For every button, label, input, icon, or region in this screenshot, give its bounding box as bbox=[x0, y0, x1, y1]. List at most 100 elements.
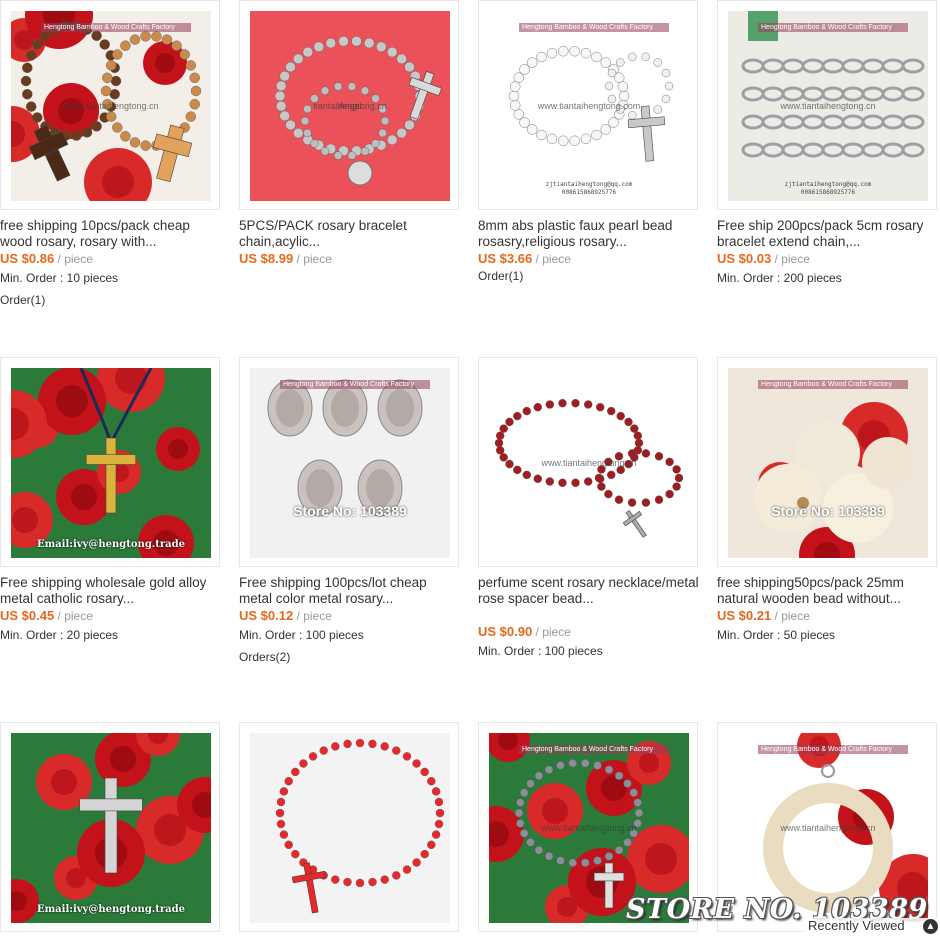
chevron-up-icon[interactable]: ▲ bbox=[923, 919, 938, 934]
price-amount: US $0.21 bbox=[717, 608, 772, 623]
product-thumbnail[interactable]: Hengtong Bamboo & Wood Crafts Factory Sto… bbox=[239, 357, 459, 567]
price-amount: US $0.03 bbox=[717, 251, 772, 266]
price-amount: US $3.66 bbox=[478, 251, 533, 266]
image-watermark: www.tiantaihengtong.cn bbox=[541, 458, 637, 468]
product-card[interactable]: Email:ivy@hengtong.trade Free shipping wh… bbox=[0, 357, 222, 642]
product-price: US $0.21 / piece bbox=[717, 608, 810, 623]
product-image[interactable]: Hengtong Bamboo & Wood Crafts Factory Sto… bbox=[728, 368, 928, 558]
image-contact-caption: zjtiantaihengtong@qq.com bbox=[545, 181, 633, 188]
image-contact-caption: 008615868925776 bbox=[800, 189, 856, 196]
product-card[interactable]: Email:ivy@hengtong.trade bbox=[0, 722, 222, 952]
product-title-link[interactable]: Free shipping wholesale gold alloy metal… bbox=[0, 575, 222, 607]
image-factory-banner: Hengtong Bamboo & Wood Crafts Factory bbox=[519, 23, 669, 32]
product-image[interactable]: Hengtong Bamboo & Wood Crafts Factory Sto… bbox=[250, 368, 450, 558]
product-image[interactable]: Angel tiantaihengtong.cn bbox=[250, 11, 450, 201]
silver-medal-centerpieces-image bbox=[250, 368, 450, 558]
product-image[interactable]: Hengtong Bamboo & Wood Crafts Factory www… bbox=[11, 11, 211, 201]
product-title-link[interactable]: 5PCS/PACK rosary bracelet chain,acylic..… bbox=[239, 218, 461, 250]
product-card[interactable]: Hengtong Bamboo & Wood Crafts Factory Sto… bbox=[239, 357, 461, 664]
product-price: US $0.03 / piece bbox=[717, 251, 810, 266]
product-thumbnail[interactable]: Email:ivy@hengtong.trade bbox=[0, 357, 220, 567]
product-image[interactable]: Hengtong Bamboo & Wood Crafts Factory www… bbox=[728, 11, 928, 201]
product-thumbnail[interactable]: Hengtong Bamboo & Wood Crafts Factory www… bbox=[717, 0, 937, 210]
price-amount: US $0.45 bbox=[0, 608, 55, 623]
product-image[interactable]: Email:ivy@hengtong.trade bbox=[11, 733, 211, 923]
price-unit: / piece bbox=[54, 252, 93, 266]
image-watermark: www.tiantaihengtong.com bbox=[537, 101, 641, 111]
product-image[interactable]: Email:ivy@hengtong.trade bbox=[11, 368, 211, 558]
recently-viewed-label: Recently Viewed bbox=[808, 918, 905, 933]
product-title-link[interactable]: Free ship 200pcs/pack 5cm rosary bracele… bbox=[717, 218, 939, 250]
image-contact-caption: zjtiantaihengtong@qq.com bbox=[784, 181, 872, 188]
product-thumbnail[interactable]: Angel tiantaihengtong.cn bbox=[239, 0, 459, 210]
product-title-link[interactable]: 8mm abs plastic faux pearl bead rosasry,… bbox=[478, 218, 700, 250]
image-watermark: tiantaihengtong.cn bbox=[313, 101, 387, 111]
product-title-link[interactable]: free shipping 10pcs/pack cheap wood rosa… bbox=[0, 218, 222, 250]
product-card[interactable]: Angel tiantaihengtong.cn 5PCS/PACK rosary … bbox=[239, 0, 461, 266]
gold-crucifix-on-roses-image bbox=[11, 368, 211, 558]
price-amount: US $0.12 bbox=[239, 608, 294, 623]
image-factory-banner: Hengtong Bamboo & Wood Crafts Factory bbox=[758, 23, 908, 32]
image-factory-banner: Hengtong Bamboo & Wood Crafts Factory bbox=[758, 745, 908, 754]
product-price: US $0.45 / piece bbox=[0, 608, 93, 623]
image-watermark: Store No: 103389 bbox=[771, 503, 885, 519]
wooden-beads-image bbox=[728, 368, 928, 558]
recently-viewed-bar[interactable]: Recently Viewed ▲ bbox=[804, 918, 940, 935]
red-cord-rosary-image bbox=[250, 733, 450, 923]
image-watermark: Store No: 103389 bbox=[293, 503, 407, 519]
product-price: US $0.86 / piece bbox=[0, 251, 93, 266]
product-card[interactable]: Hengtong Bamboo & Wood Crafts Factory www… bbox=[0, 0, 222, 307]
product-image[interactable]: Hengtong Bamboo & Wood Crafts Factory www… bbox=[489, 11, 689, 201]
min-order-text: Min. Order : 100 pieces bbox=[239, 628, 364, 642]
min-order-text: Min. Order : 50 pieces bbox=[717, 628, 836, 642]
orders-count-link[interactable]: Orders(2) bbox=[239, 650, 290, 664]
product-title-link[interactable]: free shipping50pcs/pack 25mm natural woo… bbox=[717, 575, 939, 607]
product-image[interactable]: www.tiantaihengtong.cn bbox=[489, 368, 689, 558]
price-unit: / piece bbox=[532, 252, 571, 266]
price-amount: US $0.90 bbox=[478, 624, 533, 639]
product-price: US $3.66 / piece bbox=[478, 251, 571, 266]
product-title-link[interactable]: perfume scent rosary necklace/metal rose… bbox=[478, 575, 700, 607]
product-thumbnail[interactable]: Email:ivy@hengtong.trade bbox=[0, 722, 220, 932]
price-unit: / piece bbox=[771, 252, 810, 266]
image-factory-banner: Hengtong Bamboo & Wood Crafts Factory bbox=[280, 380, 430, 389]
image-factory-banner: Hengtong Bamboo & Wood Crafts Factory bbox=[758, 380, 908, 389]
price-amount: US $8.99 bbox=[239, 251, 294, 266]
price-unit: / piece bbox=[771, 609, 810, 623]
orders-count-link[interactable]: Order(1) bbox=[0, 293, 45, 307]
product-card[interactable]: www.tiantaihengtong.cn perfume scent rosa… bbox=[478, 357, 700, 658]
image-factory-banner: Hengtong Bamboo & Wood Crafts Factory bbox=[41, 23, 191, 32]
product-thumbnail[interactable]: Hengtong Bamboo & Wood Crafts Factory www… bbox=[478, 0, 698, 210]
image-watermark: www.tiantaihengtong.cn bbox=[780, 101, 876, 111]
image-email-caption: Email:ivy@hengtong.trade bbox=[36, 904, 186, 915]
product-price: US $0.12 / piece bbox=[239, 608, 332, 623]
product-thumbnail[interactable]: Hengtong Bamboo & Wood Crafts Factory Sto… bbox=[717, 357, 937, 567]
image-factory-banner: Hengtong Bamboo & Wood Crafts Factory bbox=[519, 745, 669, 754]
price-amount: US $0.86 bbox=[0, 251, 55, 266]
product-thumbnail[interactable]: Hengtong Bamboo & Wood Crafts Factory www… bbox=[0, 0, 220, 210]
product-price: US $8.99 / piece bbox=[239, 251, 332, 266]
price-unit: / piece bbox=[54, 609, 93, 623]
min-order-text: Min. Order : 20 pieces bbox=[0, 628, 119, 642]
product-card[interactable]: Hengtong Bamboo & Wood Crafts Factory www… bbox=[478, 0, 700, 283]
min-order-text: Min. Order : 100 pieces bbox=[478, 644, 603, 658]
product-title-link[interactable]: Free shipping 100pcs/lot cheap metal col… bbox=[239, 575, 461, 607]
product-image[interactable] bbox=[250, 733, 450, 923]
price-unit: / piece bbox=[293, 609, 332, 623]
image-watermark: www.tiantaihengtong.cn bbox=[541, 823, 637, 833]
price-unit: / piece bbox=[293, 252, 332, 266]
silver-crucifix-on-roses-image bbox=[11, 733, 211, 923]
product-thumbnail[interactable] bbox=[239, 722, 459, 932]
product-thumbnail[interactable]: www.tiantaihengtong.cn bbox=[478, 357, 698, 567]
price-unit: / piece bbox=[532, 625, 571, 639]
orders-count-link[interactable]: Order(1) bbox=[478, 269, 523, 283]
product-card[interactable]: Hengtong Bamboo & Wood Crafts Factory Sto… bbox=[717, 357, 939, 642]
image-watermark: www.tiantaihengtong.cn bbox=[780, 823, 876, 833]
min-order-text: Min. Order : 200 pieces bbox=[717, 271, 842, 285]
product-grid: Hengtong Bamboo & Wood Crafts Factory www… bbox=[0, 0, 940, 935]
product-card[interactable]: Hengtong Bamboo & Wood Crafts Factory www… bbox=[717, 0, 939, 285]
product-card[interactable] bbox=[239, 722, 461, 952]
product-price: US $0.90 / piece bbox=[478, 624, 571, 639]
image-watermark: www.tiantaihengtong.cn bbox=[63, 101, 159, 111]
min-order-text: Min. Order : 10 pieces bbox=[0, 271, 119, 285]
